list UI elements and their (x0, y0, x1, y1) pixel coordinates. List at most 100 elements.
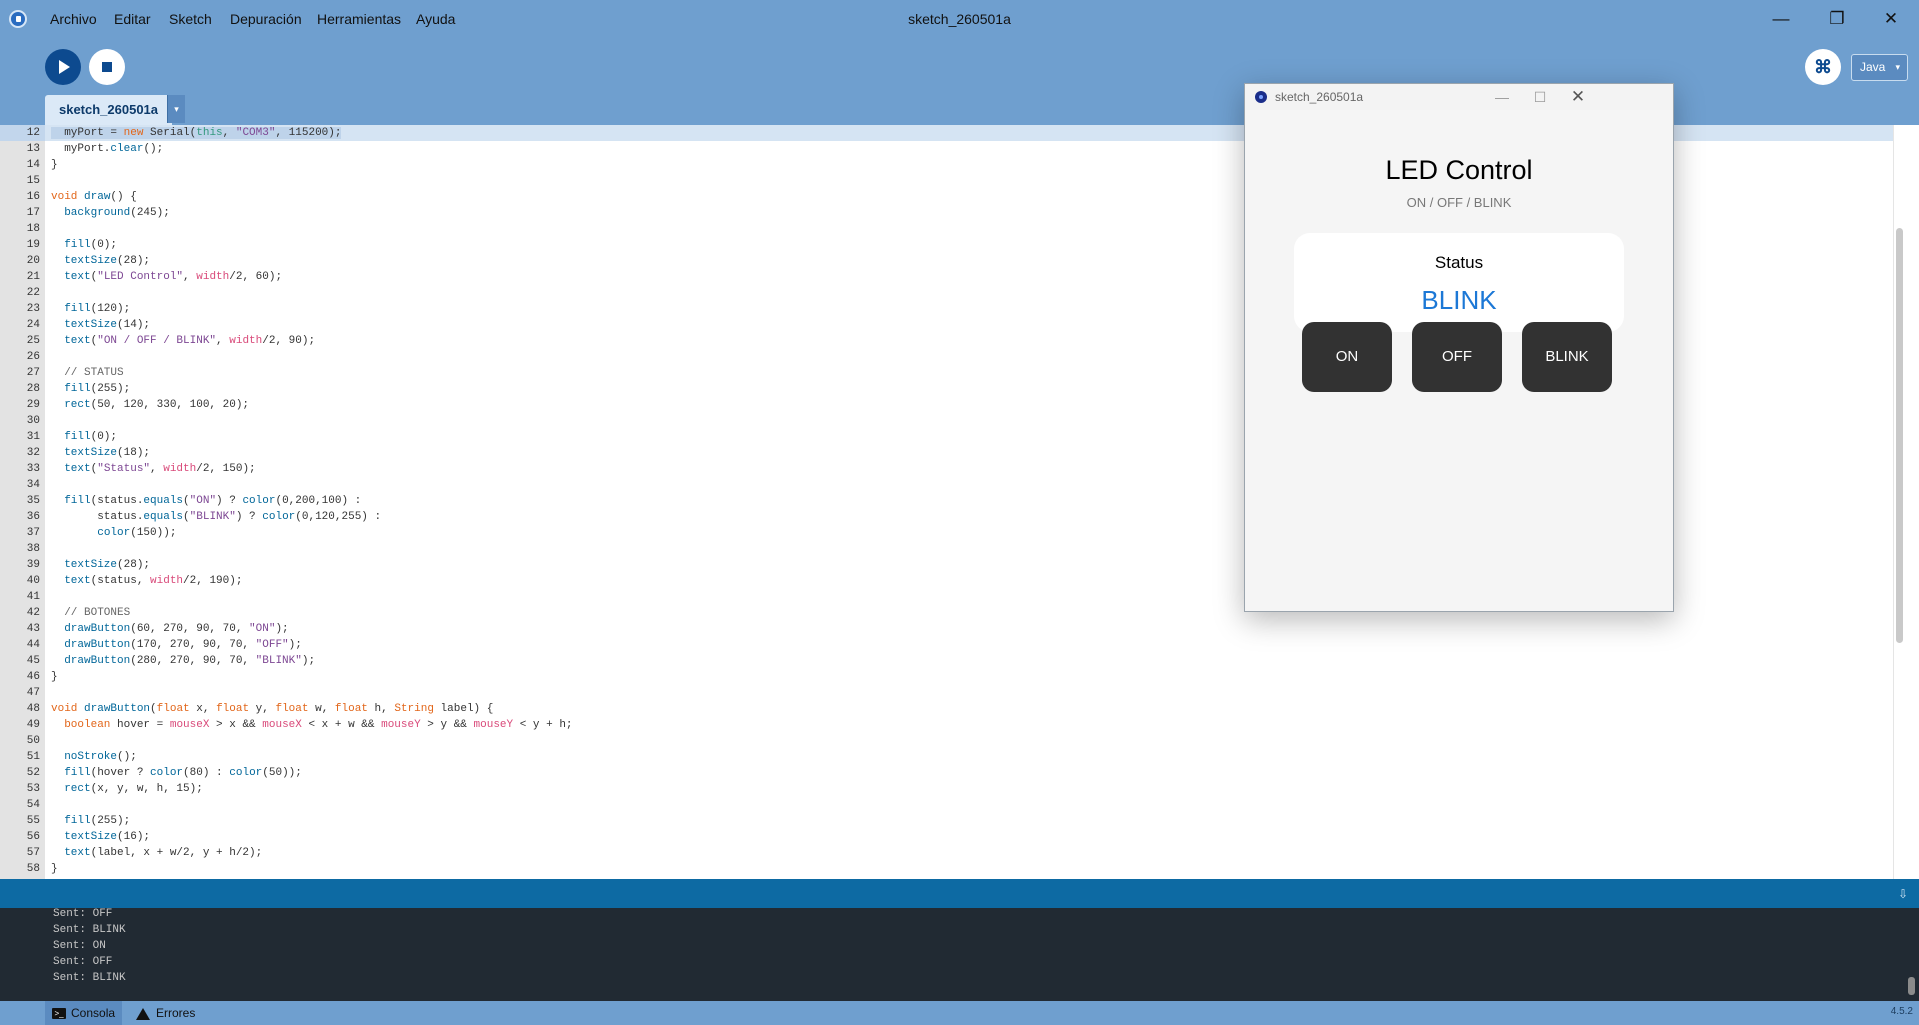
menu-archivo[interactable]: Archivo (50, 11, 97, 27)
console-output[interactable]: Sent: OFF Sent: BLINK Sent: ON Sent: OFF… (0, 908, 1919, 1001)
code-line[interactable]: 46} (0, 669, 1893, 685)
code-text: } (51, 671, 58, 683)
status-value: BLINK (1421, 285, 1497, 315)
menu-depuracion[interactable]: Depuración (230, 11, 302, 27)
console-scroll-thumb[interactable] (1908, 977, 1915, 995)
sketch-canvas[interactable]: LED Control ON / OFF / BLINK Status BLIN… (1245, 110, 1673, 611)
code-line[interactable]: 47 (0, 685, 1893, 701)
sketch-window[interactable]: sketch_260501a — ☐ ✕ LED Control ON / OF… (1244, 83, 1674, 612)
tab-menu-chevron-icon[interactable]: ▾ (167, 95, 185, 123)
run-button[interactable] (45, 49, 81, 85)
mode-label: Java (1860, 60, 1886, 74)
code-text: boolean hover = mouseX > x && mouseX < x… (64, 719, 573, 731)
line-number: 27 (26, 367, 40, 379)
code-text: textSize(16); (64, 831, 151, 843)
console-line: Sent: BLINK (53, 924, 126, 936)
code-text: rect(50, 120, 330, 100, 20); (64, 399, 250, 411)
code-text: fill(0); (64, 431, 118, 443)
line-number: 22 (26, 287, 40, 299)
code-text: drawButton(280, 270, 90, 70, "BLINK"); (64, 655, 316, 667)
code-text: fill(0); (64, 239, 118, 251)
code-line[interactable]: 53 rect(x, y, w, h, 15); (0, 781, 1893, 797)
line-number: 46 (26, 671, 40, 683)
warning-icon (136, 1007, 150, 1020)
code-text: textSize(28); (64, 255, 151, 267)
restore-icon[interactable]: ❐ (1819, 6, 1855, 32)
code-line[interactable]: 50 (0, 733, 1893, 749)
blink-button[interactable]: BLINK (1522, 322, 1612, 392)
code-line[interactable]: 54 (0, 797, 1893, 813)
code-text: noStroke(); (64, 751, 137, 763)
mode-selector[interactable]: Java ▾ (1851, 54, 1908, 81)
line-number: 21 (26, 271, 40, 283)
code-line[interactable]: 57 text(label, x + w/2, y + h/2); (0, 845, 1893, 861)
processing-logo-icon (9, 10, 27, 28)
code-line[interactable]: 44 drawButton(170, 270, 90, 70, "OFF"); (0, 637, 1893, 653)
line-number: 53 (26, 783, 40, 795)
code-text: fill(255); (64, 383, 131, 395)
line-number: 48 (26, 703, 40, 715)
code-text: text(status, width/2, 190); (64, 575, 243, 587)
menu-sketch[interactable]: Sketch (169, 11, 212, 27)
code-text: status.equals("BLINK") ? color(0,120,255… (51, 511, 382, 523)
code-line[interactable]: 43 drawButton(60, 270, 90, 70, "ON"); (0, 621, 1893, 637)
code-text: } (51, 159, 58, 171)
code-text: void drawButton(float x, float y, float … (51, 703, 494, 715)
console-line: Sent: OFF (53, 908, 113, 920)
off-button[interactable]: OFF (1412, 322, 1502, 392)
line-number: 38 (26, 543, 40, 555)
code-text: text("ON / OFF / BLINK", width/2, 90); (64, 335, 316, 347)
code-line[interactable]: 58} (0, 861, 1893, 877)
menu-ayuda[interactable]: Ayuda (416, 11, 455, 27)
title-bar: Archivo Editar Sketch Depuración Herrami… (0, 0, 1919, 38)
status-card: Status BLINK (1294, 233, 1624, 332)
code-line[interactable]: 56 textSize(16); (0, 829, 1893, 845)
code-text: drawButton(170, 270, 90, 70, "OFF"); (64, 639, 302, 651)
version-label: 4.5.2 (1890, 1006, 1913, 1017)
code-text: textSize(28); (64, 559, 151, 571)
line-number: 16 (26, 191, 40, 203)
tab-console[interactable]: >_ Consola (45, 1001, 122, 1025)
on-button[interactable]: ON (1302, 322, 1392, 392)
maximize-icon[interactable]: ☐ (1525, 86, 1555, 108)
led-control-subtitle: ON / OFF / BLINK (1406, 195, 1512, 210)
line-number: 47 (26, 687, 40, 699)
minimize-icon[interactable]: — (1487, 86, 1517, 108)
minimize-icon[interactable]: — (1763, 6, 1799, 32)
status-label: Status (1434, 253, 1484, 272)
code-line[interactable]: 49 boolean hover = mouseX > x && mouseX … (0, 717, 1893, 733)
line-number: 23 (26, 303, 40, 315)
debugger-icon[interactable]: ⌘ (1805, 49, 1841, 85)
scroll-lock-icon[interactable]: ⇩ (1898, 887, 1908, 901)
code-text: text("LED Control", width/2, 60); (64, 271, 283, 283)
line-number: 13 (26, 143, 40, 155)
tab-errors[interactable]: Errores (136, 1001, 195, 1025)
editor-scroll-thumb[interactable] (1896, 228, 1903, 643)
console-line: Sent: ON (53, 940, 106, 952)
code-line[interactable]: 45 drawButton(280, 270, 90, 70, "BLINK")… (0, 653, 1893, 669)
line-number: 41 (26, 591, 40, 603)
code-text: fill(hover ? color(80) : color(50)); (64, 767, 302, 779)
code-line[interactable]: 55 fill(255); (0, 813, 1893, 829)
menu-editar[interactable]: Editar (114, 11, 151, 27)
stop-button[interactable] (89, 49, 125, 85)
tab-sketch[interactable]: sketch_260501a (45, 95, 172, 125)
line-number: 12 (0, 125, 45, 141)
code-text: text(label, x + w/2, y + h/2); (64, 847, 263, 859)
console-line: Sent: BLINK (53, 972, 126, 984)
line-number: 49 (26, 719, 40, 731)
menu-herramientas[interactable]: Herramientas (317, 11, 401, 27)
line-number: 42 (26, 607, 40, 619)
sketch-window-title: sketch_260501a (1275, 90, 1364, 104)
line-number: 18 (26, 223, 40, 235)
code-line[interactable]: 48 void drawButton(float x, float y, floa… (0, 701, 1893, 717)
line-number: 56 (26, 831, 40, 843)
code-text: // BOTONES (64, 607, 131, 619)
line-number: 58 (26, 863, 40, 875)
code-line[interactable]: 52 fill(hover ? color(80) : color(50)); (0, 765, 1893, 781)
code-text: drawButton(60, 270, 90, 70, "ON"); (64, 623, 289, 635)
close-icon[interactable]: ✕ (1873, 6, 1909, 32)
sketch-window-titlebar[interactable]: sketch_260501a — ☐ ✕ (1245, 84, 1673, 110)
code-line[interactable]: 51 noStroke(); (0, 749, 1893, 765)
close-icon[interactable]: ✕ (1563, 86, 1593, 108)
